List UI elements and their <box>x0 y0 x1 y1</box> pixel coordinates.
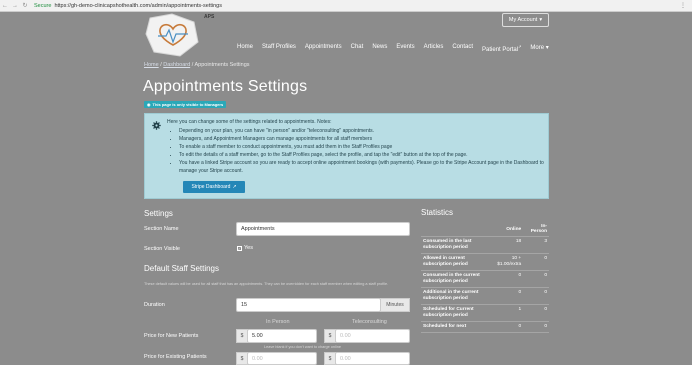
info-intro: Here you can change some of the settings… <box>167 119 332 125</box>
reload-icon[interactable]: ↻ <box>20 2 30 9</box>
section-visible-label: Section Visible <box>144 246 180 252</box>
stat-label: Allowed in current subscription period <box>421 253 485 271</box>
breadcrumb-current: Appointments Settings <box>194 62 250 68</box>
stat-in-person: 3 <box>523 236 549 254</box>
browser-toolbar: ← → ↻ Secure https://gh-demo-clinicapsho… <box>0 0 692 12</box>
breadcrumb: Home / Dashboard / Appointments Settings <box>144 62 250 68</box>
site-logo[interactable] <box>144 12 202 58</box>
table-row: Scheduled for Current subscription perio… <box>421 304 549 322</box>
stat-label: Additional in the current subscription p… <box>421 287 485 305</box>
back-icon[interactable]: ← <box>0 3 10 9</box>
stat-in-person: 0 <box>523 253 549 271</box>
breadcrumb-dashboard[interactable]: Dashboard <box>163 62 190 68</box>
nav-item-staff-profiles[interactable]: Staff Profiles <box>262 44 296 53</box>
nav-item-home[interactable]: Home <box>237 44 253 53</box>
org-name: APS <box>204 14 215 20</box>
stat-online: 1 <box>485 304 524 322</box>
stat-in-person: 0 <box>523 270 549 288</box>
gear-icon <box>152 121 161 130</box>
nav-item-chat[interactable]: Chat <box>351 44 364 53</box>
page-title: Appointments Settings <box>143 78 308 95</box>
table-row: Scheduled for next 0 0 <box>421 321 549 333</box>
caret-down-icon: ▾ <box>539 17 543 23</box>
stat-in-person: 0 <box>523 287 549 305</box>
nav-item-events[interactable]: Events <box>396 44 414 53</box>
statistics-table: Online In-Person Consumed in the last su… <box>421 222 549 333</box>
more-label: More <box>530 45 545 51</box>
price-existing-teleconsulting-input[interactable]: 0.00 <box>335 352 410 365</box>
nav-item-patient-portal[interactable]: Patient Portal↗ <box>482 44 521 53</box>
stat-online: 0 <box>485 287 524 305</box>
table-row: Consumed in the last subscription period… <box>421 236 549 254</box>
duration-label: Duration <box>144 302 165 308</box>
teleconsulting-column-header: Teleconsulting <box>352 319 387 325</box>
default-staff-settings-heading: Default Staff Settings <box>144 264 220 273</box>
table-row: Allowed in current subscription period 1… <box>421 253 549 271</box>
stat-online: 10 + $1.00/extra <box>485 253 524 271</box>
price-existing-patients-label: Price for Existing Patients <box>144 354 207 360</box>
external-link-icon: ↗ <box>232 184 237 190</box>
info-panel: Here you can change some of the settings… <box>144 113 549 199</box>
stat-in-person: 0 <box>523 321 549 333</box>
statistics-header-online: Online <box>485 222 524 237</box>
duration-unit: Minutes <box>380 298 410 312</box>
nav-item-articles[interactable]: Articles <box>424 44 444 53</box>
info-notes-list: Depending on your plan, you can have "in… <box>173 127 545 175</box>
statistics-header-blank <box>421 222 485 237</box>
patient-portal-label: Patient Portal <box>482 47 519 53</box>
managers-only-badge: ◉ This page is only visible to Managers <box>144 101 227 108</box>
in-person-column-header: In Person <box>266 319 290 325</box>
nav-item-contact[interactable]: Contact <box>452 44 473 53</box>
price-new-patients-label: Price for New Patients <box>144 333 199 339</box>
main-nav: Home Staff Profiles Appointments Chat Ne… <box>237 44 549 53</box>
nav-item-more[interactable]: More ▾ <box>530 44 548 53</box>
breadcrumb-home[interactable]: Home <box>144 62 159 68</box>
stat-online: 0 <box>485 321 524 333</box>
info-note: To enable a staff member to conduct appo… <box>179 143 545 151</box>
stat-online: 18 <box>485 236 524 254</box>
price-new-teleconsulting-input[interactable]: 0.00 <box>335 329 410 343</box>
external-link-icon: ↗ <box>518 44 522 49</box>
staff-settings-help: These default values will be used for al… <box>144 282 389 286</box>
stat-in-person: 0 <box>523 304 549 322</box>
statistics-heading: Statistics <box>421 208 454 217</box>
stripe-dashboard-label: Stripe Dashboard <box>191 184 231 190</box>
browser-menu-icon[interactable]: ⋮ <box>680 2 686 9</box>
section-visible-checkbox[interactable]: ✓ <box>237 245 242 251</box>
price-hint: Leave blank if you don't want to charge … <box>264 345 341 349</box>
price-existing-in-person-input[interactable]: 0.00 <box>247 352 317 365</box>
table-row: Consumed in the current subscription per… <box>421 270 549 288</box>
statistics-header-in-person: In-Person <box>523 222 549 237</box>
stat-label: Consumed in the last subscription period <box>421 236 485 254</box>
statistics-header-row: Online In-Person <box>421 222 549 237</box>
my-account-label: My Account <box>508 17 538 23</box>
stat-label: Consumed in the current subscription per… <box>421 270 485 288</box>
secure-label: Secure <box>34 2 52 9</box>
stripe-dashboard-button[interactable]: Stripe Dashboard ↗ <box>183 181 245 193</box>
info-note: Managers, and Appointment Managers can m… <box>179 135 545 143</box>
price-new-in-person-input[interactable]: 5.00 <box>247 329 317 343</box>
settings-heading: Settings <box>144 209 173 218</box>
section-visible-value: Yes <box>244 245 253 251</box>
caret-down-icon: ▾ <box>545 45 549 51</box>
nav-item-appointments[interactable]: Appointments <box>305 44 342 53</box>
eye-icon: ◉ <box>147 102 151 107</box>
nav-item-news[interactable]: News <box>372 44 387 53</box>
my-account-button[interactable]: My Account ▾ <box>502 13 549 27</box>
stat-online: 0 <box>485 270 524 288</box>
managers-badge-text: This page is only visible to Managers <box>152 102 224 107</box>
table-row: Additional in the current subscription p… <box>421 287 549 305</box>
section-name-input[interactable]: Appointments <box>236 222 410 236</box>
forward-icon[interactable]: → <box>10 3 20 9</box>
duration-input[interactable]: 15 <box>236 298 381 312</box>
stat-label: Scheduled for next <box>421 321 485 333</box>
info-note: You have a linked Stripe account so you … <box>179 159 545 175</box>
address-bar[interactable]: https://gh-demo-clinicapshothealth.com/a… <box>54 3 222 9</box>
section-visible-row: ✓ Yes <box>237 245 253 251</box>
stat-label: Scheduled for Current subscription perio… <box>421 304 485 322</box>
info-note: To edit the details of a staff member, g… <box>179 151 545 159</box>
section-name-label: Section Name <box>144 226 179 232</box>
info-note: Depending on your plan, you can have "in… <box>179 127 545 135</box>
